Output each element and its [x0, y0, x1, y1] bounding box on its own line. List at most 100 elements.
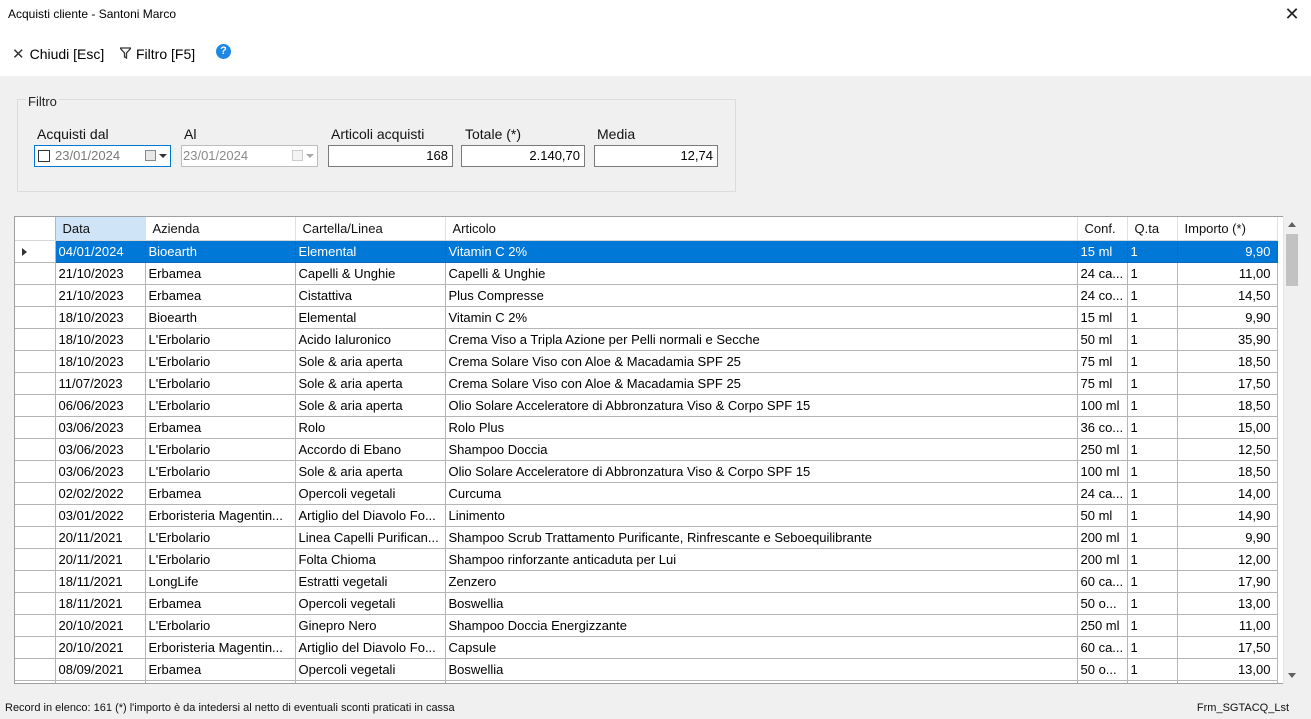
- cell-articolo[interactable]: Shampoo Scrub Trattamento Purificante, R…: [445, 526, 1078, 549]
- cell-data[interactable]: 03/06/2023: [55, 460, 146, 483]
- cell-qta[interactable]: 1: [1127, 394, 1178, 417]
- table-row[interactable]: 11/07/2023 L'Erbolario Sole & aria aperta C…: [15, 372, 1278, 395]
- cell-articolo[interactable]: Shampoo Doccia Energizzante: [445, 614, 1078, 637]
- cell-cartella[interactable]: Opercoli vegetali: [295, 482, 446, 505]
- cell-data[interactable]: 18/10/2023: [55, 328, 146, 351]
- cell-azienda[interactable]: [145, 680, 296, 683]
- grid-vertical-scrollbar[interactable]: [1283, 216, 1300, 684]
- cell-azienda[interactable]: L'Erbolario: [145, 526, 296, 549]
- cell-cartella[interactable]: Artiglio del Diavolo Fo...: [295, 504, 446, 527]
- row-header[interactable]: [15, 394, 56, 417]
- cell-cartella[interactable]: [295, 680, 446, 683]
- cell-conf[interactable]: 24 ca...: [1077, 262, 1128, 285]
- row-header[interactable]: [15, 350, 56, 373]
- row-header[interactable]: [15, 614, 56, 637]
- cell-data[interactable]: [55, 680, 146, 683]
- cell-importo[interactable]: 13,00: [1177, 592, 1278, 615]
- cell-articolo[interactable]: Crema Solare Viso con Aloe & Macadamia S…: [445, 372, 1078, 395]
- cell-data[interactable]: 20/10/2021: [55, 636, 146, 659]
- cell-conf[interactable]: [1077, 680, 1128, 683]
- row-header[interactable]: [15, 306, 56, 329]
- cell-cartella[interactable]: Sole & aria aperta: [295, 460, 446, 483]
- cell-cartella[interactable]: Cistattiva: [295, 284, 446, 307]
- table-row[interactable]: 18/11/2021 LongLife Estratti vegetali Zenze…: [15, 570, 1278, 593]
- cell-cartella[interactable]: Estratti vegetali: [295, 570, 446, 593]
- cell-qta[interactable]: 1: [1127, 416, 1178, 439]
- chevron-down-icon[interactable]: [159, 154, 167, 158]
- cell-data[interactable]: 18/10/2023: [55, 350, 146, 373]
- cell-data[interactable]: 02/02/2022: [55, 482, 146, 505]
- from-date-picker[interactable]: 23/01/2024: [34, 145, 171, 167]
- cell-articolo[interactable]: Rolo Plus: [445, 416, 1078, 439]
- cell-azienda[interactable]: Erbamea: [145, 658, 296, 681]
- cell-data[interactable]: 03/01/2022: [55, 504, 146, 527]
- cell-conf[interactable]: 75 ml: [1077, 372, 1128, 395]
- table-row[interactable]: 20/10/2021 Erboristeria Magentin... Artigl…: [15, 636, 1278, 659]
- cell-data[interactable]: 20/10/2021: [55, 614, 146, 637]
- cell-qta[interactable]: 1: [1127, 614, 1178, 637]
- cell-azienda[interactable]: Erboristeria Magentin...: [145, 636, 296, 659]
- cell-qta[interactable]: 1: [1127, 460, 1178, 483]
- cell-importo[interactable]: 14,90: [1177, 504, 1278, 527]
- cell-conf[interactable]: 250 ml: [1077, 614, 1128, 637]
- cell-data[interactable]: 03/06/2023: [55, 438, 146, 461]
- table-row[interactable]: 04/01/2024 Bioearth Elemental Vitamin C 2% 1…: [15, 240, 1278, 263]
- cell-azienda[interactable]: Erbamea: [145, 482, 296, 505]
- cell-cartella[interactable]: Capelli & Unghie: [295, 262, 446, 285]
- row-header[interactable]: [15, 240, 56, 263]
- cell-qta[interactable]: 1: [1127, 372, 1178, 395]
- table-row[interactable]: 20/10/2021 L'Erbolario Ginepro Nero Shampoo…: [15, 614, 1278, 637]
- cell-articolo[interactable]: Crema Viso a Tripla Azione per Pelli nor…: [445, 328, 1078, 351]
- table-row[interactable]: 08/09/2021 Erbamea Opercoli vegetali Boswel…: [15, 658, 1278, 681]
- cell-azienda[interactable]: L'Erbolario: [145, 350, 296, 373]
- scroll-thumb[interactable]: [1286, 234, 1298, 286]
- cell-qta[interactable]: 1: [1127, 570, 1178, 593]
- table-row[interactable]: 03/06/2023 L'Erbolario Accordo di Ebano Sha…: [15, 438, 1278, 461]
- cell-conf[interactable]: 50 o...: [1077, 592, 1128, 615]
- cell-azienda[interactable]: L'Erbolario: [145, 460, 296, 483]
- cell-qta[interactable]: 1: [1127, 306, 1178, 329]
- cell-data[interactable]: 21/10/2023: [55, 284, 146, 307]
- cell-importo[interactable]: 15,00: [1177, 416, 1278, 439]
- cell-importo[interactable]: 17,90: [1177, 570, 1278, 593]
- cell-data[interactable]: 04/01/2024: [55, 240, 146, 263]
- cell-data[interactable]: 20/11/2021: [55, 526, 146, 549]
- row-header[interactable]: [15, 284, 56, 307]
- cell-cartella[interactable]: Linea Capelli Purifican...: [295, 526, 446, 549]
- cell-cartella[interactable]: Ginepro Nero: [295, 614, 446, 637]
- cell-qta[interactable]: 1: [1127, 636, 1178, 659]
- cell-importo[interactable]: 18,50: [1177, 394, 1278, 417]
- cell-conf[interactable]: 36 co...: [1077, 416, 1128, 439]
- row-header[interactable]: [15, 460, 56, 483]
- cell-importo[interactable]: 35,90: [1177, 328, 1278, 351]
- cell-articolo[interactable]: Olio Solare Acceleratore di Abbronzatura…: [445, 394, 1078, 417]
- cell-importo[interactable]: 18,50: [1177, 460, 1278, 483]
- cell-qta[interactable]: 1: [1127, 262, 1178, 285]
- cell-qta[interactable]: 1: [1127, 548, 1178, 571]
- scroll-down-icon[interactable]: [1288, 673, 1296, 678]
- cell-azienda[interactable]: Erboristeria Magentin...: [145, 504, 296, 527]
- cell-data[interactable]: 18/11/2021: [55, 592, 146, 615]
- cell-data[interactable]: 03/06/2023: [55, 416, 146, 439]
- cell-azienda[interactable]: Bioearth: [145, 240, 296, 263]
- chevron-down-icon[interactable]: [306, 154, 314, 158]
- cell-azienda[interactable]: Erbamea: [145, 416, 296, 439]
- cell-importo[interactable]: 18,50: [1177, 350, 1278, 373]
- cell-qta[interactable]: 1: [1127, 350, 1178, 373]
- cell-articolo[interactable]: Boswellia: [445, 592, 1078, 615]
- cell-articolo[interactable]: Linimento: [445, 504, 1078, 527]
- cell-azienda[interactable]: Erbamea: [145, 262, 296, 285]
- cell-qta[interactable]: 1: [1127, 438, 1178, 461]
- cell-conf[interactable]: 50 ml: [1077, 328, 1128, 351]
- row-header[interactable]: [15, 372, 56, 395]
- cell-cartella[interactable]: Artiglio del Diavolo Fo...: [295, 636, 446, 659]
- row-header[interactable]: [15, 570, 56, 593]
- row-header[interactable]: [15, 526, 56, 549]
- cell-cartella[interactable]: Sole & aria aperta: [295, 394, 446, 417]
- cell-cartella[interactable]: Opercoli vegetali: [295, 658, 446, 681]
- table-row[interactable]: 21/10/2023 Erbamea Capelli & Unghie Capelli…: [15, 262, 1278, 285]
- column-header-qta[interactable]: Q.ta: [1127, 217, 1178, 241]
- cell-importo[interactable]: [1177, 680, 1278, 683]
- cell-data[interactable]: 08/09/2021: [55, 658, 146, 681]
- close-button[interactable]: ✕ Chiudi [Esc]: [12, 44, 104, 64]
